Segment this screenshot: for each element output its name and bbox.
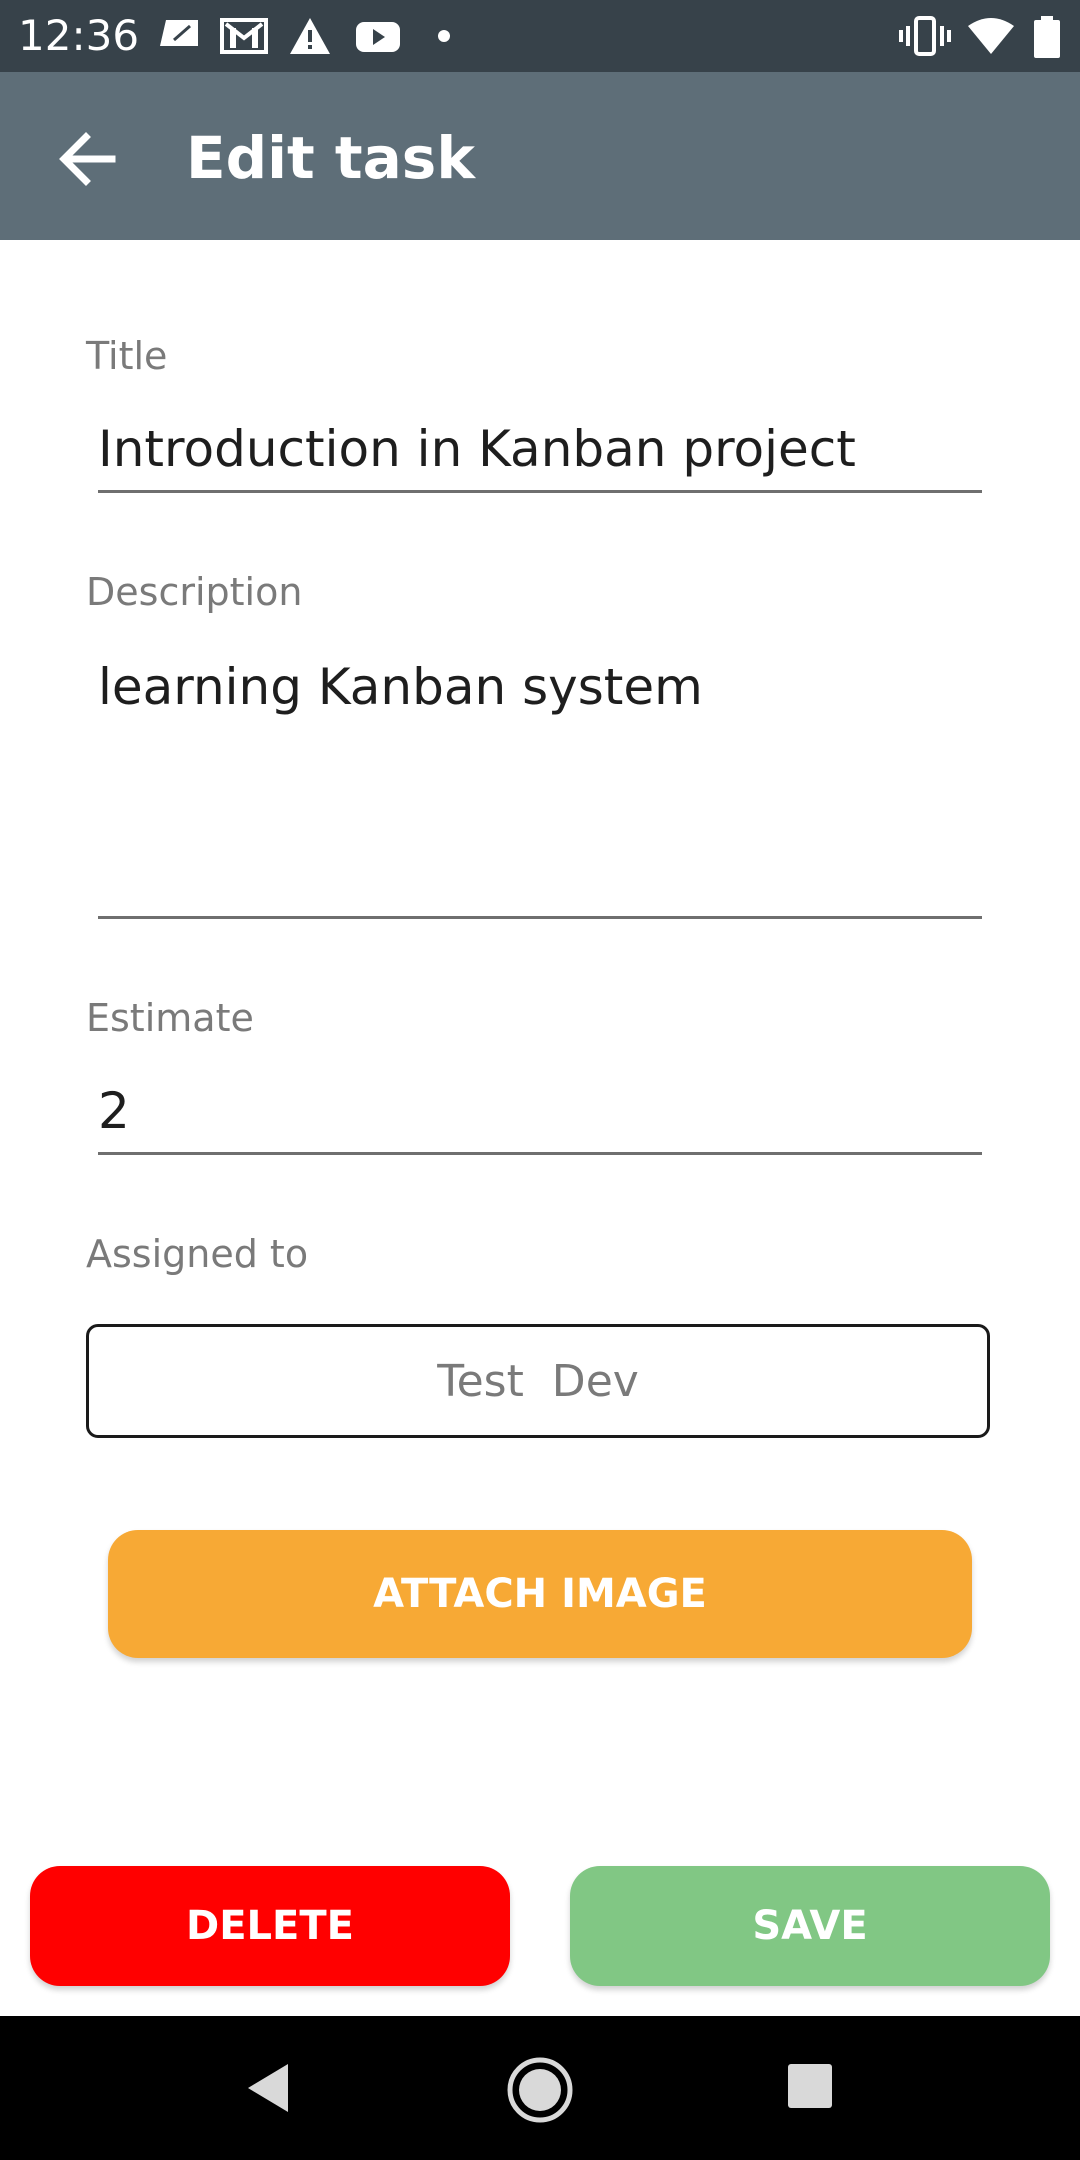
gmail-icon: [220, 18, 268, 54]
youtube-icon: [356, 22, 400, 52]
description-underline: [98, 916, 982, 919]
delete-button[interactable]: DELETE: [30, 1866, 510, 1986]
assignee-dropdown[interactable]: Test Dev: [86, 1324, 990, 1438]
arrow-back-icon[interactable]: [52, 124, 122, 194]
app-bar: Edit task: [0, 72, 1080, 240]
status-bar: 12:36: [0, 0, 1080, 72]
estimate-label: Estimate: [86, 996, 254, 1040]
back-triangle-icon[interactable]: [240, 2060, 296, 2116]
battery-icon: [1034, 16, 1060, 58]
assigned-label: Assigned to: [86, 1232, 309, 1276]
nav-bar: [0, 2016, 1080, 2160]
assignee-value: Test Dev: [437, 1355, 639, 1407]
warning-icon: [290, 18, 330, 54]
title-label: Title: [86, 334, 168, 378]
save-button[interactable]: SAVE: [570, 1866, 1050, 1986]
title-underline: [98, 490, 982, 493]
wifi-icon: [968, 18, 1014, 54]
sim-card-icon: [160, 20, 198, 46]
description-input[interactable]: learning Kanban system: [98, 658, 703, 716]
recents-square-icon[interactable]: [786, 2062, 834, 2110]
estimate-input[interactable]: 2: [98, 1082, 130, 1140]
description-label: Description: [86, 570, 303, 614]
vibrate-icon: [899, 16, 951, 56]
dot-icon: [438, 30, 450, 42]
title-input[interactable]: Introduction in Kanban project: [98, 420, 856, 478]
page-title: Edit task: [186, 124, 475, 192]
status-time: 12:36: [18, 11, 140, 60]
estimate-underline: [98, 1152, 982, 1155]
attach-image-button[interactable]: ATTACH IMAGE: [108, 1530, 972, 1658]
home-circle-icon[interactable]: [504, 2054, 576, 2126]
